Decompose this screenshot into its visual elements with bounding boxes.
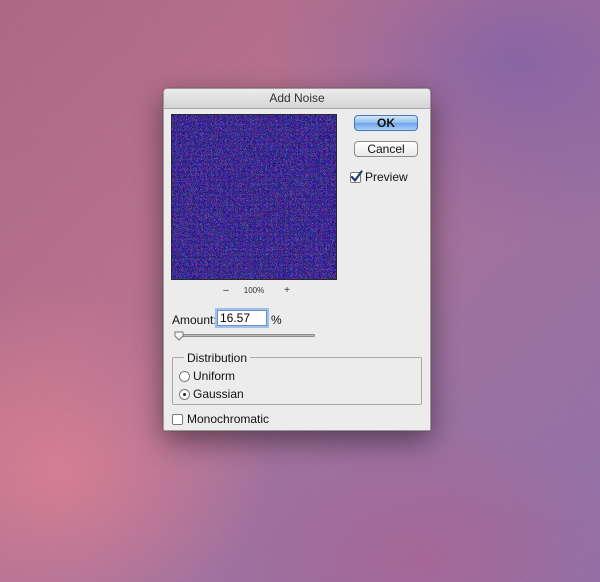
zoom-in-button[interactable]: + (280, 285, 294, 296)
monochromatic-checkbox[interactable] (172, 413, 183, 425)
preview-label: Preview (365, 170, 408, 184)
check-icon (350, 169, 363, 182)
ok-button[interactable]: OK (354, 115, 418, 131)
zoom-level: 100% (243, 286, 265, 295)
slider-thumb-icon[interactable] (174, 331, 184, 341)
radio-label-gaussian: Gaussian (193, 387, 244, 401)
distribution-gaussian-radio[interactable]: Gaussian (179, 387, 244, 401)
amount-unit: % (271, 313, 282, 327)
preview-checkbox[interactable] (350, 169, 363, 183)
noise-preview-image[interactable] (171, 114, 337, 280)
add-noise-dialog: Add Noise – 100% + OK Cancel Preview Amo… (163, 88, 431, 431)
cancel-button[interactable]: Cancel (354, 141, 418, 157)
monochromatic-checkbox-row[interactable]: Monochromatic (172, 412, 269, 426)
amount-input[interactable] (217, 310, 267, 326)
monochromatic-label: Monochromatic (187, 412, 270, 426)
dialog-title: Add Noise (164, 89, 430, 109)
amount-label: Amount: (172, 313, 217, 327)
radio-button[interactable] (179, 388, 190, 400)
radio-button[interactable] (179, 370, 190, 382)
radio-label-uniform: Uniform (193, 369, 236, 383)
zoom-controls: – 100% + (171, 285, 337, 299)
distribution-label: Distribution (184, 351, 251, 365)
distribution-uniform-radio[interactable]: Uniform (179, 369, 235, 383)
amount-slider-track[interactable] (179, 334, 315, 337)
zoom-out-button[interactable]: – (219, 285, 233, 296)
preview-checkbox-row[interactable]: Preview (350, 169, 408, 184)
